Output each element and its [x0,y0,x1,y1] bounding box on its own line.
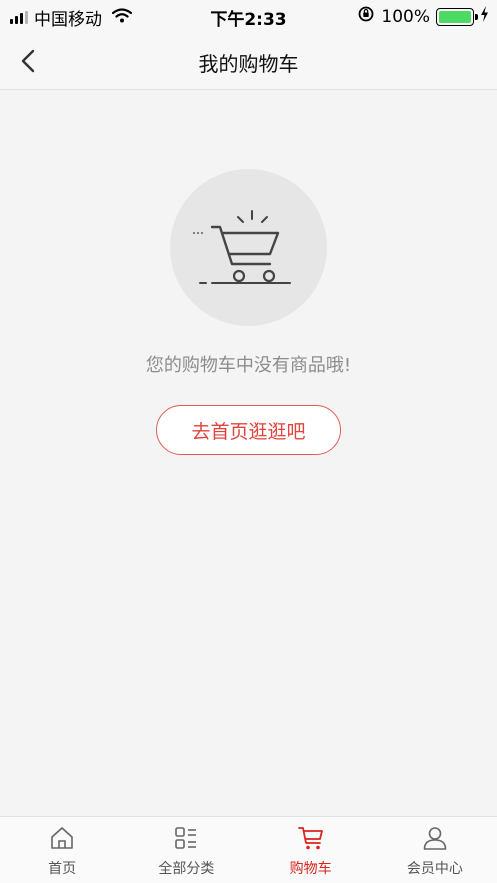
status-right: 100% [357,5,489,28]
orientation-lock-icon [357,5,375,28]
tab-all-categories[interactable]: 全部分类 [124,817,248,883]
status-bar: 中国移动 下午2:33 100% [0,0,497,31]
bottom-tab-bar: 首页 全部分类 购物车 会员中心 [0,816,497,883]
tab-label: 购物车 [289,861,332,877]
empty-cart-illustration [170,169,327,326]
battery-icon [436,7,478,26]
empty-cart-message: 您的购物车中没有商品哦! [145,355,352,376]
tab-label: 会员中心 [406,861,463,877]
navigation-bar: 我的购物车 [0,31,497,90]
user-icon [423,827,447,850]
cart-screen: 中国移动 下午2:33 100% 我的购物车 您的购物车中没有商品哦! 去首页逛… [0,0,497,883]
tab-home[interactable]: 首页 [0,817,124,883]
tab-cart[interactable]: 购物车 [249,817,373,883]
home-icon [51,827,73,849]
tab-member-center[interactable]: 会员中心 [373,817,497,883]
battery-percent: 100% [381,6,430,27]
go-home-button[interactable]: 去首页逛逛吧 [156,405,341,455]
tab-label: 首页 [48,861,77,877]
tab-label: 全部分类 [158,861,215,877]
page-title: 我的购物车 [198,52,299,76]
charging-icon [480,6,489,27]
empty-cart-icon [192,210,291,284]
category-icon [175,827,197,849]
cart-icon [297,827,323,850]
